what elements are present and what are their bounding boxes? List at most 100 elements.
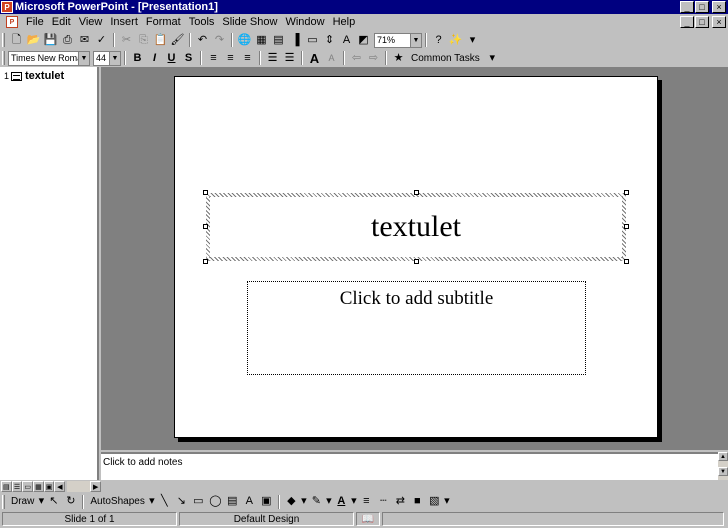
oval-icon[interactable]: ◯ — [207, 494, 224, 510]
undo-icon[interactable]: ↶ — [194, 32, 211, 48]
menu-format[interactable]: Format — [142, 16, 185, 28]
menu-view[interactable]: View — [75, 16, 107, 28]
email-icon[interactable]: ✉ — [76, 32, 93, 48]
format-painter-icon[interactable]: 🖌 — [169, 32, 186, 48]
numbering-icon[interactable]: ☰ — [264, 50, 281, 66]
chevron-down-icon[interactable]: ▾ — [325, 494, 333, 510]
animation-effects-icon[interactable]: ★ — [390, 50, 407, 66]
align-left-icon[interactable]: ≡ — [205, 50, 222, 66]
demote-icon[interactable]: ⇨ — [365, 50, 382, 66]
font-size-select[interactable]: 44 ▼ — [93, 50, 121, 66]
show-formatting-icon[interactable]: A — [338, 32, 355, 48]
doc-minimize-button[interactable]: _ — [680, 16, 694, 28]
doc-close-button[interactable]: × — [712, 16, 726, 28]
scroll-right-icon[interactable]: ▶ — [90, 481, 101, 492]
font-name-select[interactable]: Times New Roman ▼ — [8, 50, 90, 66]
hyperlink-icon[interactable]: 🌐 — [236, 32, 253, 48]
print-icon[interactable]: ⎙ — [59, 32, 76, 48]
clip-art-icon[interactable]: ▣ — [258, 494, 275, 510]
underline-icon[interactable]: U — [163, 50, 180, 66]
line-style-icon[interactable]: ≡ — [358, 494, 375, 510]
text-box-icon[interactable]: ▤ — [224, 494, 241, 510]
slide-canvas[interactable]: textulet Click to add subtitle — [174, 76, 658, 438]
spelling-icon[interactable]: ✓ — [93, 32, 110, 48]
resize-handle[interactable] — [414, 190, 419, 195]
resize-handle[interactable] — [203, 190, 208, 195]
grayscale-icon[interactable]: ◩ — [355, 32, 372, 48]
bold-icon[interactable]: B — [129, 50, 146, 66]
slide-view-icon[interactable]: ▭ — [22, 481, 34, 492]
menu-edit[interactable]: Edit — [48, 16, 75, 28]
increase-font-icon[interactable]: A — [306, 50, 323, 66]
chevron-down-icon[interactable]: ▾ — [484, 50, 501, 66]
restore-button[interactable]: □ — [695, 1, 709, 13]
zoom-select[interactable]: 71% ▼ — [374, 32, 422, 48]
outline-pane[interactable]: 1 textulet — [0, 67, 99, 480]
save-icon[interactable]: 💾 — [42, 32, 59, 48]
menu-insert[interactable]: Insert — [106, 16, 142, 28]
notes-pane[interactable]: Click to add notes — [101, 452, 718, 480]
resize-handle[interactable] — [624, 224, 629, 229]
shadow-icon[interactable]: S — [180, 50, 197, 66]
resize-handle[interactable] — [624, 259, 629, 264]
menu-slide-show[interactable]: Slide Show — [218, 16, 281, 28]
slide-title-text[interactable]: textulet — [371, 210, 461, 244]
resize-handle[interactable] — [414, 259, 419, 264]
outline-slide-title[interactable]: textulet — [25, 70, 64, 82]
chevron-down-icon[interactable]: ▼ — [78, 51, 89, 65]
resize-handle[interactable] — [203, 259, 208, 264]
redo-icon[interactable]: ↷ — [211, 32, 228, 48]
common-tasks-button[interactable]: Common Tasks — [407, 53, 484, 64]
help-icon[interactable]: ? — [430, 32, 447, 48]
magic-wand-icon[interactable]: ✨ — [447, 32, 464, 48]
paste-icon[interactable]: 📋 — [152, 32, 169, 48]
decrease-font-icon[interactable]: A — [323, 50, 340, 66]
insert-chart-icon[interactable]: ▐ — [287, 32, 304, 48]
toolbar-grip[interactable] — [2, 51, 5, 65]
rectangle-icon[interactable]: ▭ — [190, 494, 207, 510]
line-color-icon[interactable]: ✎ — [308, 494, 325, 510]
new-slide-icon[interactable]: ▭ — [304, 32, 321, 48]
align-center-icon[interactable]: ≡ — [222, 50, 239, 66]
powerpoint-app-icon[interactable]: P — [1, 1, 13, 13]
scroll-down-icon[interactable]: ▼ — [718, 467, 728, 476]
select-objects-icon[interactable]: ↖ — [45, 494, 62, 510]
tables-borders-icon[interactable]: ▤ — [270, 32, 287, 48]
chevron-down-icon[interactable]: ▼ — [410, 33, 421, 47]
dash-style-icon[interactable]: ┄ — [375, 494, 392, 510]
autoshapes-menu-button[interactable]: AutoShapes — [87, 496, 148, 507]
notes-scrollbar[interactable]: ▲ ▼ — [718, 452, 728, 480]
expand-all-icon[interactable]: ⇕ — [321, 32, 338, 48]
resize-handle[interactable] — [203, 224, 208, 229]
chevron-down-icon[interactable]: ▾ — [443, 494, 451, 510]
doc-restore-button[interactable]: □ — [695, 16, 709, 28]
font-color-icon[interactable]: A — [333, 494, 350, 510]
chevron-down-icon[interactable]: ▾ — [37, 494, 45, 510]
spelling-status-icon[interactable]: 📖 — [356, 512, 380, 526]
menu-help[interactable]: Help — [329, 16, 360, 28]
minimize-button[interactable]: _ — [680, 1, 694, 13]
draw-menu-button[interactable]: Draw — [8, 496, 37, 507]
toolbar-grip[interactable] — [2, 33, 5, 47]
fill-color-icon[interactable]: ◆ — [283, 494, 300, 510]
3d-style-icon[interactable]: ▧ — [426, 494, 443, 510]
cut-icon[interactable]: ✂ — [118, 32, 135, 48]
new-icon[interactable]: 🗋 — [8, 32, 25, 48]
line-icon[interactable]: ╲ — [156, 494, 173, 510]
menu-tools[interactable]: Tools — [185, 16, 219, 28]
insert-table-icon[interactable]: ▦ — [253, 32, 270, 48]
outline-hscroll-track[interactable] — [67, 481, 91, 492]
outline-slide-row[interactable]: 1 textulet — [0, 67, 97, 82]
normal-view-icon[interactable]: ▤ — [1, 481, 12, 492]
align-right-icon[interactable]: ≡ — [239, 50, 256, 66]
chevron-down-icon[interactable]: ▾ — [148, 494, 156, 510]
free-rotate-icon[interactable]: ↻ — [62, 494, 79, 510]
wordart-icon[interactable]: A — [241, 494, 258, 510]
promote-icon[interactable]: ⇦ — [348, 50, 365, 66]
bullets-icon[interactable]: ☰ — [281, 50, 298, 66]
copy-icon[interactable]: ⎘ — [135, 32, 152, 48]
title-placeholder[interactable]: textulet — [203, 190, 629, 264]
outline-view-icon[interactable]: ☰ — [11, 481, 23, 492]
italic-icon[interactable]: I — [146, 50, 163, 66]
shadow-style-icon[interactable]: ■ — [409, 494, 426, 510]
